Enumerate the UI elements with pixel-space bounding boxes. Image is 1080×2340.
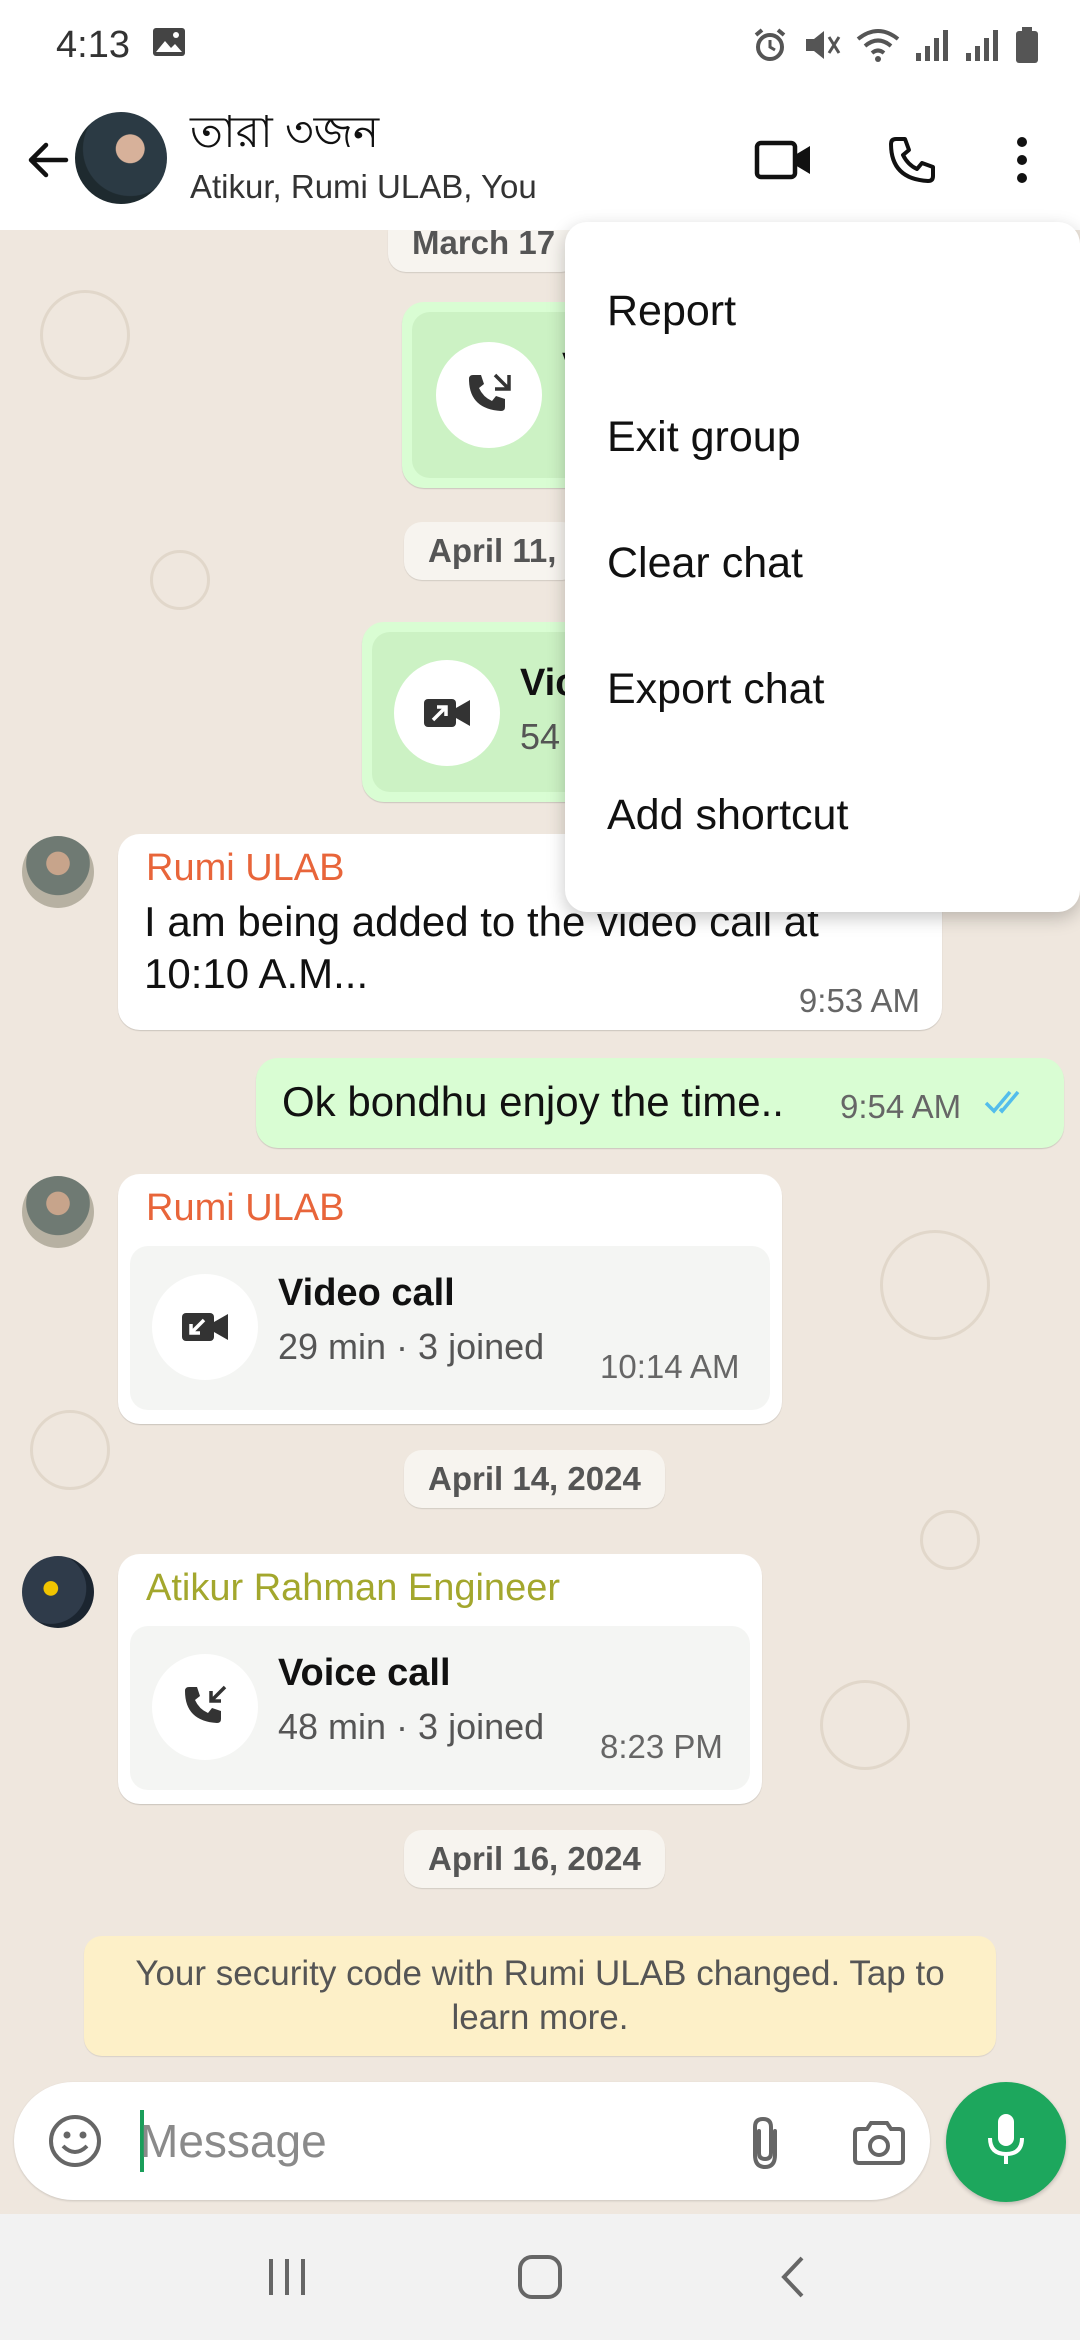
date-separator: April 14, 2024 — [404, 1450, 665, 1508]
sender-name: Atikur Rahman Engineer — [146, 1567, 560, 1609]
incoming-call-bubble[interactable]: Atikur Rahman Engineer Voice call 48 min… — [118, 1554, 762, 1804]
status-bar: 4:13 — [0, 0, 1080, 90]
menu-item-exit-group[interactable]: Exit group — [565, 374, 1080, 500]
menu-item-report[interactable]: Report — [565, 248, 1080, 374]
message-text: Ok bondhu enjoy the time.. — [282, 1078, 784, 1125]
phone-incoming-icon — [152, 1654, 258, 1760]
back-icon[interactable] — [748, 2232, 838, 2322]
attach-icon[interactable] — [730, 2108, 800, 2178]
phone-icon[interactable] — [880, 128, 944, 192]
date-separator: March 17 — [388, 230, 580, 272]
status-time: 4:13 — [56, 23, 130, 66]
date-separator: April 16, 2024 — [404, 1830, 665, 1888]
message-time: 9:54 AM — [840, 1088, 962, 1125]
wallpaper-doodle — [150, 550, 210, 610]
group-name: তারা ৩জন — [190, 108, 380, 157]
security-notice[interactable]: Your security code with Rumi ULAB change… — [84, 1936, 996, 2056]
wallpaper-doodle — [30, 1410, 110, 1490]
mic-icon — [984, 2112, 1028, 2173]
system-nav-bar — [0, 2214, 1080, 2340]
outgoing-message-bubble[interactable]: Ok bondhu enjoy the time.. 9:54 AM — [256, 1058, 1064, 1148]
signal-icon — [914, 27, 950, 63]
camera-icon[interactable] — [844, 2108, 914, 2178]
mic-button[interactable] — [946, 2082, 1066, 2202]
message-time: 10:14 AM — [600, 1348, 740, 1385]
message-input[interactable] — [140, 2096, 700, 2186]
video-call-icon[interactable] — [752, 128, 816, 192]
call-card[interactable]: Voice call 48 min · 3 joined 8:23 PM — [130, 1626, 750, 1790]
call-subtitle: 54 — [520, 716, 561, 757]
menu-item-export-chat[interactable]: Export chat — [565, 626, 1080, 752]
call-subtitle: 29 min · 3 joined — [278, 1326, 545, 1367]
group-title-block[interactable]: তারা ৩জন Atikur, Rumi ULAB, You — [190, 106, 537, 212]
alarm-icon — [752, 27, 788, 63]
home-icon[interactable] — [495, 2232, 585, 2322]
wallpaper-doodle — [920, 1510, 980, 1570]
sender-name: Rumi ULAB — [146, 1187, 345, 1229]
wallpaper-doodle — [40, 290, 130, 380]
call-card[interactable]: Video call 29 min · 3 joined 10:14 AM — [130, 1246, 770, 1410]
chat-header: তারা ৩জন Atikur, Rumi ULAB, You — [0, 90, 1080, 230]
read-check-icon — [984, 1086, 1032, 1123]
date-separator: April 11, — [404, 522, 581, 580]
more-vert-icon[interactable] — [990, 128, 1054, 192]
message-input-bar — [14, 2082, 930, 2200]
avatar[interactable] — [22, 836, 94, 908]
gallery-icon — [152, 24, 186, 67]
back-arrow-icon[interactable] — [16, 128, 80, 192]
message-time: 9:53 AM — [798, 982, 920, 1019]
signal-icon — [964, 27, 1000, 63]
recents-icon[interactable] — [242, 2232, 332, 2322]
group-members: Atikur, Rumi ULAB, You — [190, 168, 537, 205]
call-title: Video call — [278, 1272, 455, 1314]
phone-missed-icon — [436, 342, 542, 448]
group-avatar[interactable] — [75, 112, 167, 204]
avatar[interactable] — [22, 1556, 94, 1628]
menu-item-clear-chat[interactable]: Clear chat — [565, 500, 1080, 626]
call-subtitle: 48 min · 3 joined — [278, 1706, 545, 1747]
overflow-menu: Report Exit group Clear chat Export chat… — [565, 222, 1080, 912]
menu-item-add-shortcut[interactable]: Add shortcut — [565, 752, 1080, 878]
sender-name: Rumi ULAB — [146, 847, 345, 889]
avatar[interactable] — [22, 1176, 94, 1248]
message-time: 8:23 PM — [600, 1728, 723, 1765]
battery-icon — [1014, 26, 1040, 64]
video-incoming-icon — [152, 1274, 258, 1380]
call-title: Voice call — [278, 1652, 451, 1694]
wallpaper-doodle — [820, 1680, 910, 1770]
incoming-call-bubble[interactable]: Rumi ULAB Video call 29 min · 3 joined 1… — [118, 1174, 782, 1424]
wallpaper-doodle — [880, 1230, 990, 1340]
video-outgoing-icon — [394, 660, 500, 766]
wifi-icon — [856, 27, 900, 63]
emoji-icon[interactable] — [40, 2106, 110, 2176]
mute-icon — [802, 27, 842, 63]
